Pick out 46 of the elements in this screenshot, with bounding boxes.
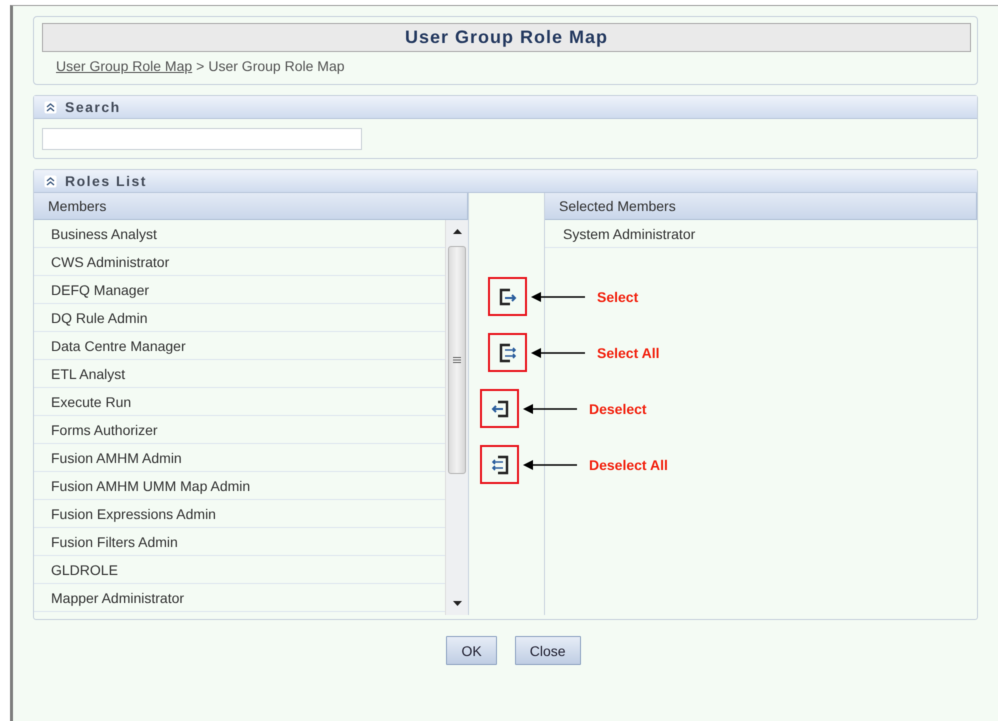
member-item[interactable]: DQ Rule Admin <box>34 304 445 332</box>
member-item[interactable]: Mapper Administrator <box>34 584 445 612</box>
panel-arrow-left-icon <box>490 398 510 418</box>
member-item[interactable]: DEFQ Manager <box>34 276 445 304</box>
member-item[interactable]: Execute Run <box>34 388 445 416</box>
transfer-button[interactable] <box>480 389 519 428</box>
search-field[interactable] <box>42 128 362 150</box>
member-item[interactable]: Business Analyst <box>34 220 445 248</box>
breadcrumb-link[interactable]: User Group Role Map <box>56 58 192 74</box>
member-item[interactable]: Data Centre Manager <box>34 332 445 360</box>
selected-member-item[interactable]: System Administrator <box>545 220 977 248</box>
annotation-arrow <box>523 404 577 414</box>
member-item[interactable]: CWS Administrator <box>34 248 445 276</box>
annotation-arrow <box>531 292 585 302</box>
transfer-button[interactable] <box>488 333 527 372</box>
breadcrumb-separator: > <box>196 58 204 74</box>
scrollbar[interactable] <box>445 220 468 615</box>
section-title: Roles List <box>65 173 147 189</box>
collapse-icon[interactable] <box>44 100 57 114</box>
section-title: Search <box>65 99 121 115</box>
transfer-button[interactable] <box>480 445 519 484</box>
collapse-icon[interactable] <box>44 174 57 188</box>
dialog-button[interactable]: OK <box>446 636 497 665</box>
annotation-label: Deselect <box>589 400 647 416</box>
member-item[interactable]: Forms Authorizer <box>34 416 445 444</box>
member-item[interactable]: Fusion AMHM Admin <box>34 444 445 472</box>
scrollbar-thumb[interactable] <box>448 246 466 474</box>
member-item[interactable]: Fusion Filters Admin <box>34 528 445 556</box>
column-header: Selected Members <box>545 193 977 220</box>
member-item[interactable]: ETL Analyst <box>34 360 445 388</box>
annotation-arrow <box>523 460 577 470</box>
annotation-label: Deselect All <box>589 456 668 472</box>
transfer-button[interactable] <box>488 277 527 316</box>
panel-arrow-right-icon <box>498 286 518 306</box>
annotation-arrow <box>531 348 585 358</box>
member-item[interactable]: GLDROLE <box>34 556 445 584</box>
column-header: Members <box>34 193 468 220</box>
panel-double-arrow-left-icon <box>490 454 510 474</box>
member-item[interactable]: Fusion Expressions Admin <box>34 500 445 528</box>
annotation-label: Select <box>597 288 638 304</box>
breadcrumb-current: User Group Role Map <box>208 58 345 74</box>
member-item[interactable]: Fusion AMHM UMM Map Admin <box>34 472 445 500</box>
annotation-label: Select All <box>597 344 660 360</box>
panel-double-arrow-right-icon <box>498 342 518 362</box>
page-title: User Group Role Map <box>42 23 971 52</box>
dialog-button[interactable]: Close <box>514 636 581 665</box>
